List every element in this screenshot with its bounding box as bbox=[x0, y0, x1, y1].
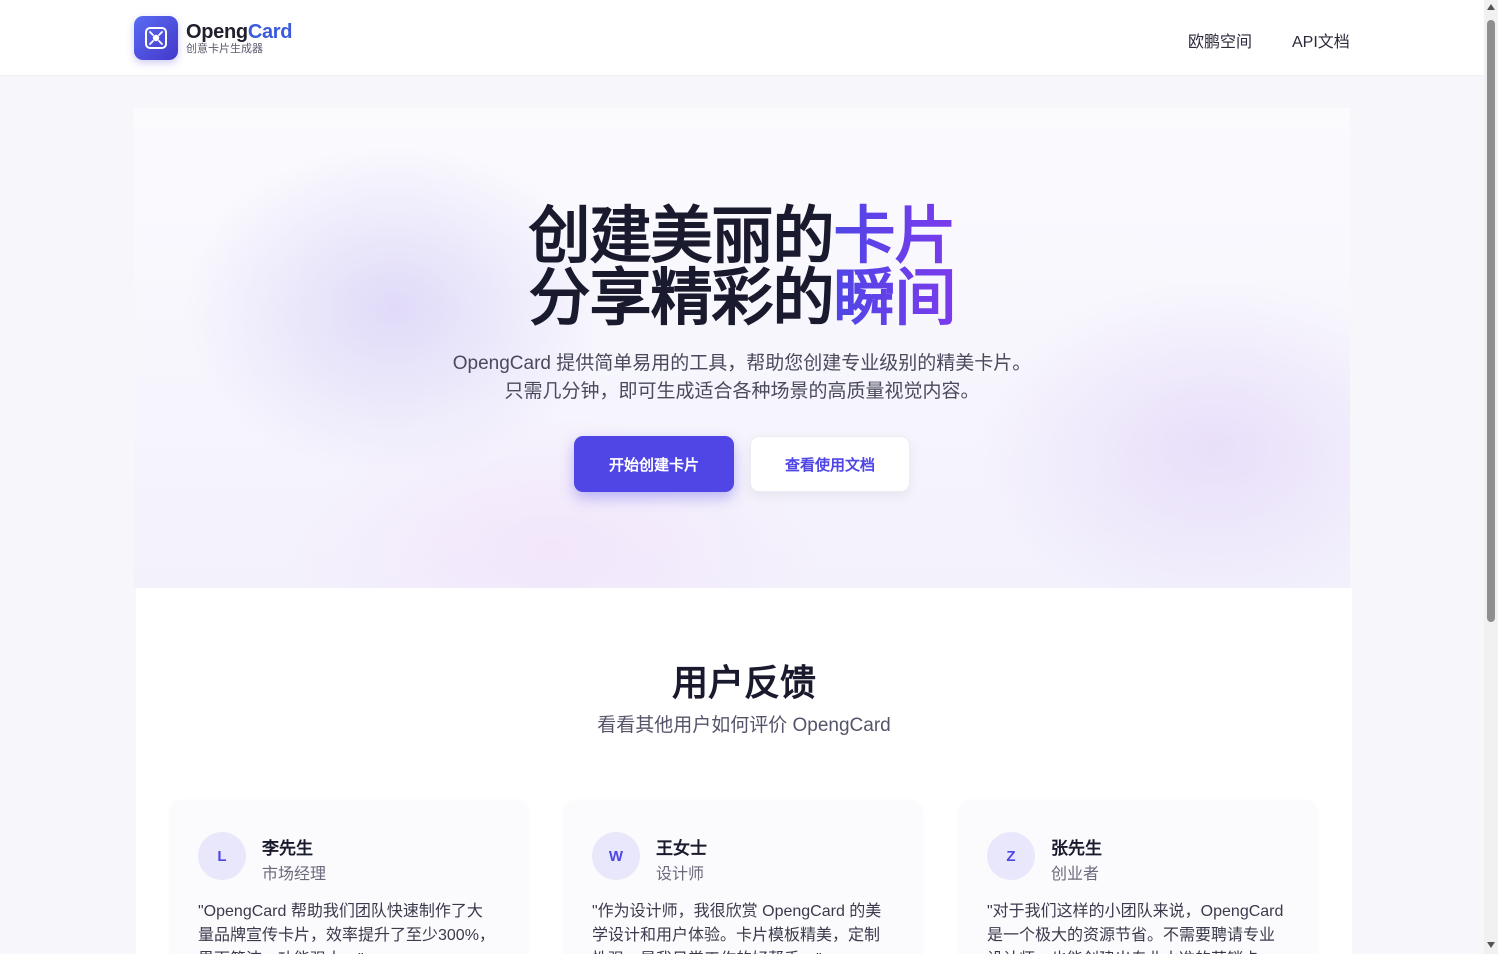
testimonial-name: 王女士 bbox=[656, 839, 707, 858]
testimonial-card: L 李先生 市场经理 "OpengCard 帮助我们团队快速制作了大量品牌宣传卡… bbox=[170, 800, 528, 954]
scroll-up-arrow-icon[interactable] bbox=[1487, 4, 1495, 10]
hero-description: OpengCard 提供简单易用的工具，帮助您创建专业级别的精美卡片。 只需几分… bbox=[452, 353, 1032, 402]
card-spark-icon bbox=[145, 27, 167, 49]
logo-name: OpengCard bbox=[186, 21, 293, 43]
testimonial-role: 设计师 bbox=[656, 866, 705, 883]
testimonial-quote: "作为设计师，我很欣赏 OpengCard 的美学设计和用户体验。卡片模板精美，… bbox=[592, 903, 882, 954]
logo-wordmark[interactable]: OpengCard 创意卡片生成器 bbox=[186, 21, 293, 56]
scrollbar-thumb[interactable] bbox=[1487, 20, 1495, 622]
testimonial-name: 李先生 bbox=[262, 839, 313, 858]
hero-section: 创建美丽的卡片 分享精彩的瞬间 OpengCard 提供简单易用的工具，帮助您创… bbox=[134, 108, 1350, 588]
logo-icon[interactable] bbox=[134, 16, 178, 60]
scroll-down-arrow-icon[interactable] bbox=[1487, 942, 1495, 948]
feedback-title: 用户反馈 bbox=[671, 662, 816, 703]
page-scrollbar[interactable] bbox=[1484, 0, 1498, 954]
avatar: Z bbox=[987, 832, 1035, 880]
testimonial-card: W 王女士 设计师 "作为设计师，我很欣赏 OpengCard 的美学设计和用户… bbox=[564, 800, 922, 954]
testimonial-role: 市场经理 bbox=[262, 866, 327, 883]
view-docs-button[interactable]: 查看使用文档 bbox=[750, 436, 910, 492]
testimonial-quote: "OpengCard 帮助我们团队快速制作了大量品牌宣传卡片，效率提升了至少30… bbox=[198, 903, 495, 954]
testimonial-card: Z 张先生 创业者 "对于我们这样的小团队来说，OpengCard 是一个极大的… bbox=[959, 800, 1317, 954]
nav-link-oupeng-space[interactable]: 欧鹏空间 bbox=[1188, 28, 1252, 52]
testimonial-name: 张先生 bbox=[1051, 839, 1102, 858]
nav-link-api-docs[interactable]: API文档 bbox=[1292, 28, 1350, 52]
hero-title: 创建美丽的卡片 分享精彩的瞬间 bbox=[528, 202, 956, 333]
top-header: OpengCard 创意卡片生成器 欧鹏空间 API文档 bbox=[0, 0, 1484, 76]
testimonial-quote: "对于我们这样的小团队来说，OpengCard 是一个极大的资源节省。不需要聘请… bbox=[987, 903, 1284, 954]
feedback-section: 用户反馈 看看其他用户如何评价 OpengCard L 李先生 市场经理 "Op… bbox=[136, 588, 1352, 954]
avatar: W bbox=[592, 832, 640, 880]
feedback-subtitle: 看看其他用户如何评价 OpengCard bbox=[597, 715, 891, 736]
start-create-card-button[interactable]: 开始创建卡片 bbox=[574, 436, 734, 492]
avatar: L bbox=[198, 832, 246, 880]
testimonial-role: 创业者 bbox=[1051, 866, 1100, 883]
logo-subtitle: 创意卡片生成器 bbox=[186, 43, 263, 55]
